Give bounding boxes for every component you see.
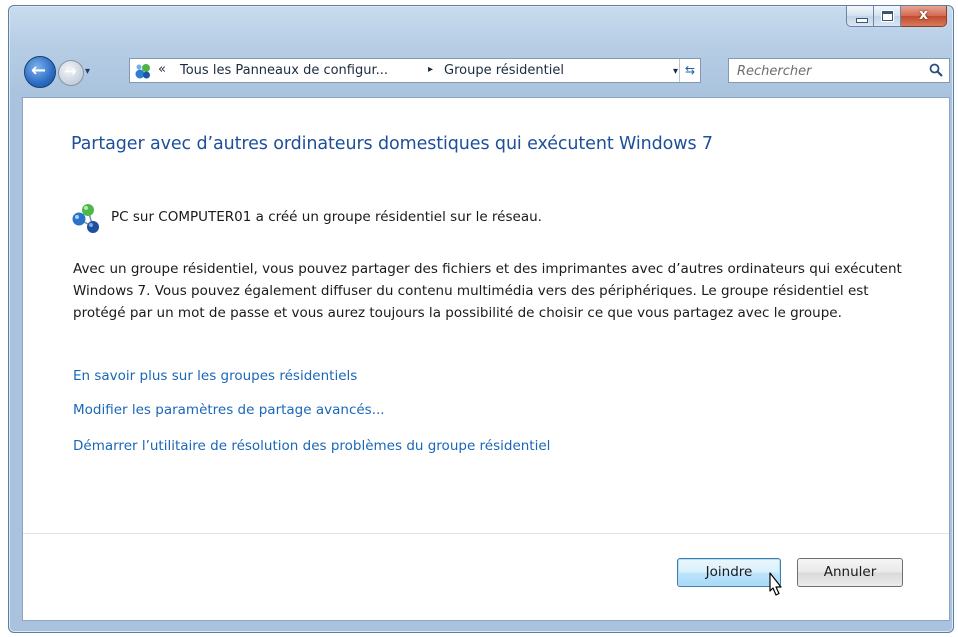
breadcrumb-control-panel[interactable]: Tous les Panneaux de configur... — [180, 63, 388, 78]
troubleshooter-link[interactable]: Démarrer l’utilitaire de résolution des … — [73, 438, 550, 454]
back-arrow-icon: ← — [31, 60, 47, 81]
homegroup-icon — [72, 204, 99, 233]
dialog-footer: Joindre Annuler — [23, 533, 949, 620]
control-panel-icon — [135, 64, 150, 79]
homegroup-status-text: PC sur COMPUTER01 a créé un groupe résid… — [111, 209, 542, 225]
learn-more-link[interactable]: En savoir plus sur les groupes résidenti… — [73, 368, 357, 384]
address-bar[interactable]: « Tous les Panneaux de configur... ▸ Gro… — [129, 58, 701, 83]
advanced-sharing-settings-link[interactable]: Modifier les paramètres de partage avanc… — [73, 402, 385, 418]
search-box[interactable] — [728, 58, 950, 83]
close-icon: x — [918, 7, 929, 23]
homegroup-description: Avec un groupe résidentiel, vous pouvez … — [73, 261, 902, 321]
page-title: Partager avec d’autres ordinateurs domes… — [71, 134, 713, 154]
minimize-button[interactable] — [846, 6, 874, 27]
address-dropdown-icon[interactable]: ▾ — [673, 66, 678, 77]
forward-button[interactable]: → — [58, 60, 84, 86]
maximize-icon — [882, 11, 893, 21]
cancel-button[interactable]: Annuler — [797, 558, 903, 587]
address-overflow[interactable]: « — [158, 62, 166, 77]
content-pane: Partager avec d’autres ordinateurs domes… — [22, 97, 950, 621]
back-button[interactable]: ← — [24, 56, 56, 88]
close-button[interactable]: x — [901, 6, 947, 27]
recent-pages-dropdown[interactable]: ▾ — [85, 66, 90, 77]
maximize-button[interactable] — [874, 6, 901, 27]
refresh-icon[interactable]: ⇆ — [679, 59, 700, 82]
navigation-bar: ← → ▾ « Tous les Panneaux de configur...… — [14, 56, 950, 90]
breadcrumb-separator[interactable]: ▸ — [428, 64, 433, 75]
minimize-icon — [856, 18, 868, 23]
forward-arrow-icon: → — [64, 62, 77, 80]
caption-buttons: x — [846, 6, 947, 28]
search-icon[interactable] — [929, 63, 943, 77]
mouse-pointer-icon — [769, 572, 782, 596]
search-input[interactable] — [735, 62, 919, 81]
breadcrumb-homegroup[interactable]: Groupe résidentiel — [444, 63, 564, 78]
